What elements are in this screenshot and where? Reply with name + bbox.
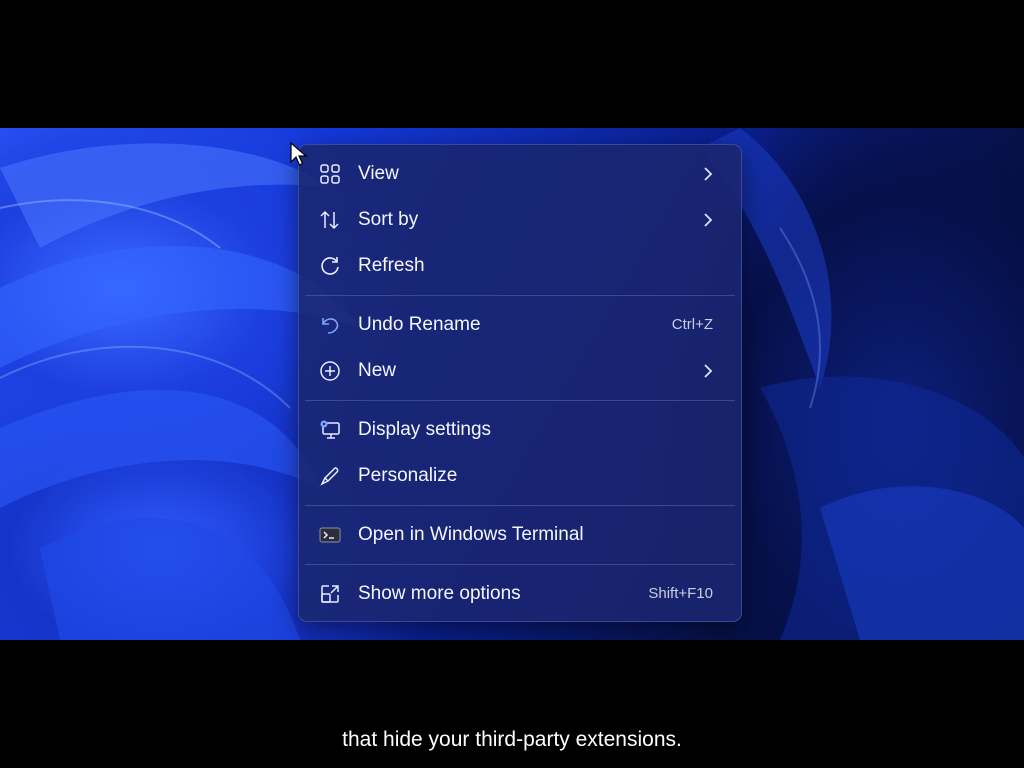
mouse-cursor-icon bbox=[290, 142, 308, 166]
menu-item-show-more-options[interactable]: Show more options Shift+F10 bbox=[305, 574, 735, 614]
menu-item-label: Show more options bbox=[358, 583, 521, 604]
menu-separator bbox=[305, 400, 735, 401]
menu-item-refresh[interactable]: Refresh bbox=[305, 246, 735, 286]
desktop-context-menu: View Sort by Refresh Undo Rename Ctrl+Z … bbox=[298, 144, 742, 622]
share-box-icon bbox=[319, 583, 341, 605]
chevron-right-icon bbox=[704, 167, 713, 181]
sort-arrows-icon bbox=[319, 209, 341, 231]
menu-item-open-terminal[interactable]: Open in Windows Terminal bbox=[305, 515, 735, 555]
menu-item-label: Refresh bbox=[358, 255, 425, 276]
brush-icon bbox=[319, 465, 341, 487]
shortcut-text: Ctrl+Z bbox=[671, 316, 713, 333]
display-settings-icon bbox=[319, 419, 341, 441]
undo-icon bbox=[319, 314, 341, 336]
video-frame: View Sort by Refresh Undo Rename Ctrl+Z … bbox=[0, 0, 1024, 768]
menu-item-sort-by[interactable]: Sort by bbox=[305, 200, 735, 240]
menu-item-view[interactable]: View bbox=[305, 154, 735, 194]
menu-item-label: Undo Rename bbox=[358, 314, 481, 335]
chevron-right-icon bbox=[704, 364, 713, 378]
video-caption: that hide your third-party extensions. bbox=[342, 728, 682, 751]
menu-item-new[interactable]: New bbox=[305, 351, 735, 391]
menu-item-label: Display settings bbox=[358, 419, 492, 440]
menu-item-personalize[interactable]: Personalize bbox=[305, 456, 735, 496]
menu-item-label: Sort by bbox=[358, 209, 419, 230]
menu-separator bbox=[305, 295, 735, 296]
chevron-right-icon bbox=[704, 213, 713, 227]
menu-item-label: New bbox=[358, 360, 397, 381]
grid-icon bbox=[319, 163, 341, 185]
menu-item-label: Open in Windows Terminal bbox=[358, 524, 584, 545]
plus-circle-icon bbox=[319, 360, 341, 382]
menu-item-label: Personalize bbox=[358, 465, 458, 486]
menu-separator bbox=[305, 505, 735, 506]
menu-item-label: View bbox=[358, 163, 399, 184]
refresh-icon bbox=[319, 255, 341, 277]
shortcut-text: Shift+F10 bbox=[648, 585, 713, 602]
menu-item-display-settings[interactable]: Display settings bbox=[305, 410, 735, 450]
terminal-icon bbox=[319, 524, 341, 546]
menu-separator bbox=[305, 564, 735, 565]
menu-item-undo-rename[interactable]: Undo Rename Ctrl+Z bbox=[305, 305, 735, 345]
